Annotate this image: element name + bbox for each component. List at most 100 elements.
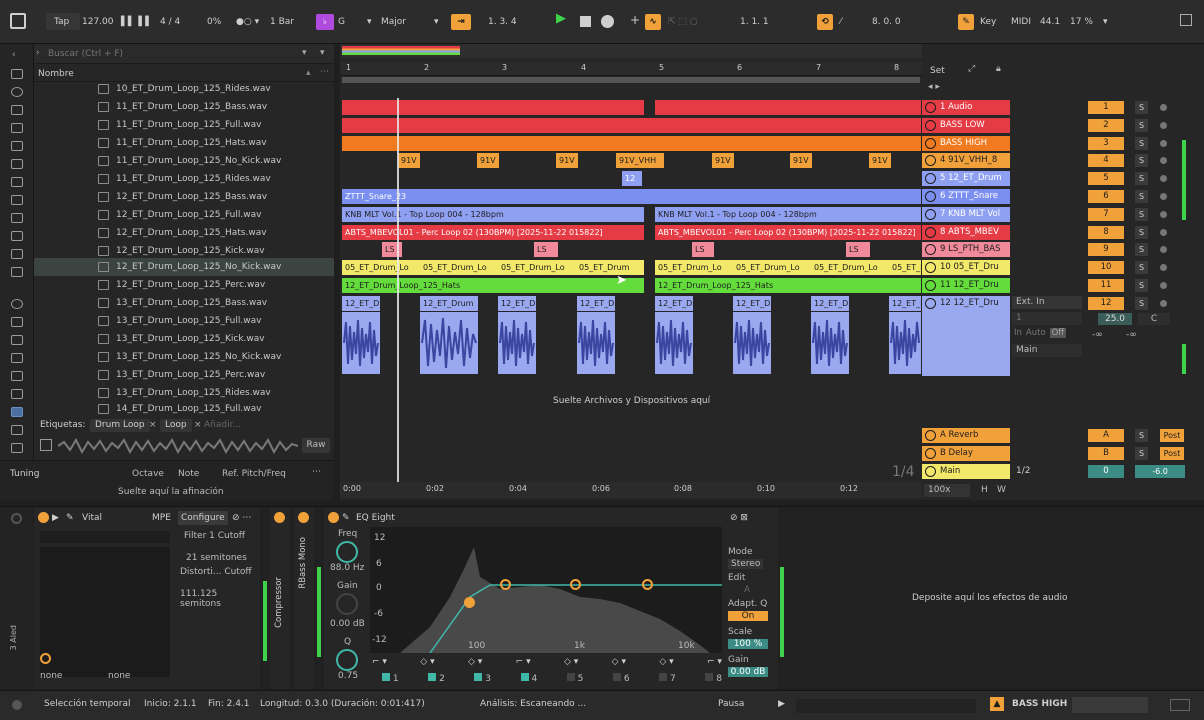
clip-12[interactable]: 12 [622, 171, 642, 186]
monitor-in[interactable]: In [1014, 328, 1022, 338]
play-clip-icon[interactable] [925, 280, 936, 291]
list-item[interactable]: 12_ET_Drum_Loop_125_Bass.wav [34, 188, 334, 206]
play-clip-icon[interactable] [925, 209, 936, 220]
master-volume[interactable]: 0 [1088, 465, 1124, 478]
play-clip-icon[interactable] [925, 102, 936, 113]
cue-ratio[interactable]: 1/2 [1016, 466, 1030, 476]
follow-icon[interactable]: ●○ ▾ [236, 15, 259, 29]
track-activator[interactable]: 3 [1088, 137, 1124, 150]
track-header-12[interactable]: 12 12_ET_Dru [922, 296, 1010, 376]
track-header-10[interactable]: 10 05_ET_Dru [922, 260, 1010, 275]
clip-12-drum-header[interactable]: 12_ET_Drum [420, 296, 478, 311]
device-title[interactable]: Vital [82, 511, 102, 525]
list-item[interactable]: 11_ET_Drum_Loop_125_Hats.wav [34, 134, 334, 152]
midi-effects-icon[interactable] [11, 159, 23, 169]
solo-button[interactable]: S [1135, 243, 1148, 256]
track-header-audio[interactable]: 1 Audio [922, 100, 1010, 115]
clip-05-et-drum[interactable]: 05_ET_Drum_Lo [342, 260, 420, 275]
push-icon[interactable] [11, 353, 23, 363]
play-icon[interactable]: ▶ [52, 511, 59, 525]
play-clip-icon[interactable] [925, 120, 936, 131]
clip-knb-top-loop[interactable]: KNB MLT Vol.1 - Top Loop 004 - 128bpm [342, 207, 644, 222]
macro-knob-icon[interactable] [40, 653, 51, 664]
h-toggle[interactable]: H [981, 485, 988, 495]
monitor-off[interactable]: Off [1049, 328, 1067, 338]
edit-icon[interactable]: ✎ [66, 511, 74, 525]
preview-waveform[interactable] [58, 436, 298, 456]
clip-ls[interactable]: LS [534, 242, 558, 257]
play-clip-icon[interactable] [925, 262, 936, 273]
clip-91v[interactable]: 91V [869, 153, 891, 168]
back-icon[interactable] [10, 13, 26, 29]
list-item[interactable]: 13_ET_Drum_Loop_125_Perc.wav [34, 366, 334, 384]
send-a-value[interactable]: -∞ [1092, 330, 1103, 340]
filter-shape-icon[interactable]: ◇ ▾ [468, 657, 482, 667]
playhead[interactable] [397, 98, 399, 484]
clip-12-drum-header[interactable]: 12_ET_Drum [342, 296, 380, 311]
filter-shape-icon[interactable]: ◇ ▾ [420, 657, 434, 667]
instruments-icon[interactable] [11, 123, 23, 133]
swing-field[interactable]: 0% [207, 15, 221, 29]
track-header-abts[interactable]: 8 ABTS_MBEV [922, 225, 1010, 240]
clip-91v-vhh[interactable]: 91V_VHH [616, 153, 664, 168]
track-activator[interactable]: 12 [1088, 297, 1124, 310]
list-item[interactable]: 11_ET_Drum_Loop_125_No_Kick.wav [34, 152, 334, 170]
tunings-icon[interactable] [11, 267, 23, 277]
band-5-toggle[interactable]: 5 [566, 673, 583, 684]
clip-abts-perc-b[interactable]: ABTS_MBEVOL01 - Perc Loop 02 (130BPM) [2… [655, 225, 921, 240]
solo-button[interactable]: S [1135, 101, 1148, 114]
clip-12-drum-header[interactable]: 12_ET_Drum [655, 296, 693, 311]
adapt-q-toggle[interactable]: On [728, 611, 768, 621]
filter-icon[interactable]: ▾ [302, 48, 307, 58]
filter-shape-icon[interactable]: ⌐ ▾ [516, 657, 531, 667]
track-activator[interactable]: 6 [1088, 190, 1124, 203]
waveform-clip[interactable] [342, 312, 380, 374]
clip-12-drum-header[interactable]: 12_ET_Drum [577, 296, 615, 311]
clip-12-hats[interactable]: 12_ET_Drum_Loop_125_Hats [342, 278, 644, 293]
time-ruler[interactable]: 0:00 0:02 0:04 0:06 0:08 0:10 0:12 [340, 482, 922, 498]
track-activator[interactable]: 5 [1088, 172, 1124, 185]
device-menu-icon[interactable]: ⊘ ⋯ [232, 511, 251, 525]
sort-icon[interactable]: ▴ [306, 68, 311, 78]
search-input[interactable] [48, 47, 298, 61]
return-activator[interactable]: B [1088, 447, 1124, 460]
midi-map-button[interactable]: MIDI [1011, 15, 1031, 29]
clip-bass-high[interactable] [342, 136, 921, 151]
track-activator[interactable]: 7 [1088, 208, 1124, 221]
post-button[interactable]: Post [1160, 429, 1184, 442]
play-clip-icon[interactable] [925, 191, 936, 202]
arrangement-record-icon[interactable]: ⇥ [451, 14, 471, 30]
clip-91v[interactable]: 91V [556, 153, 578, 168]
play-clip-icon[interactable] [925, 298, 936, 309]
name-column-header[interactable]: Nombre [38, 69, 74, 79]
play-clip-icon[interactable] [925, 173, 936, 184]
arm-button[interactable] [1160, 264, 1167, 271]
clip-ls[interactable]: LS [846, 242, 870, 257]
nav-forward-icon[interactable]: › [36, 48, 40, 58]
close-icon[interactable]: × [194, 420, 202, 430]
track-header-91v[interactable]: 4 91V_VHH_8 [922, 153, 1010, 168]
waveform-clip[interactable] [733, 312, 771, 374]
waveform-clip[interactable] [655, 312, 693, 374]
mode-select[interactable]: Stereo [728, 559, 764, 569]
send-b-value[interactable]: -∞ [1126, 330, 1137, 340]
clip-12-drum-header[interactable]: 12_ET_Drum [733, 296, 771, 311]
track-activator[interactable]: 9 [1088, 243, 1124, 256]
track-header-12-et-drum[interactable]: 5 12_ET_Drum [922, 171, 1010, 186]
clip-12-hats-b[interactable]: 12_ET_Drum_Loop_125_Hats [655, 278, 921, 293]
arm-button[interactable] [1160, 211, 1167, 218]
sounds-icon[interactable] [11, 87, 23, 97]
set-label[interactable]: Set [930, 66, 945, 76]
solo-button[interactable]: S [1135, 429, 1148, 442]
macro-select[interactable]: none [40, 671, 62, 681]
eq-band-3-handle[interactable] [570, 579, 581, 590]
band-1-toggle[interactable]: 1 [382, 673, 399, 684]
clip-05-et-drum[interactable]: 05_ET_Drum_Lo [420, 260, 498, 275]
clip-12-drum-header[interactable]: 12_ET_Drum [889, 296, 921, 311]
loop-length-field[interactable]: 8. 0. 0 [872, 15, 901, 29]
device-menu-icon[interactable]: ⊘ ⊠ [730, 511, 748, 525]
track-activator[interactable]: 4 [1088, 154, 1124, 167]
solo-button[interactable]: S [1135, 208, 1148, 221]
clip-05-et-drum[interactable]: 05_ET_Drum_Lo [733, 260, 811, 275]
clip-05-et-drum[interactable]: 05_ET_Drum_Lo [889, 260, 921, 275]
